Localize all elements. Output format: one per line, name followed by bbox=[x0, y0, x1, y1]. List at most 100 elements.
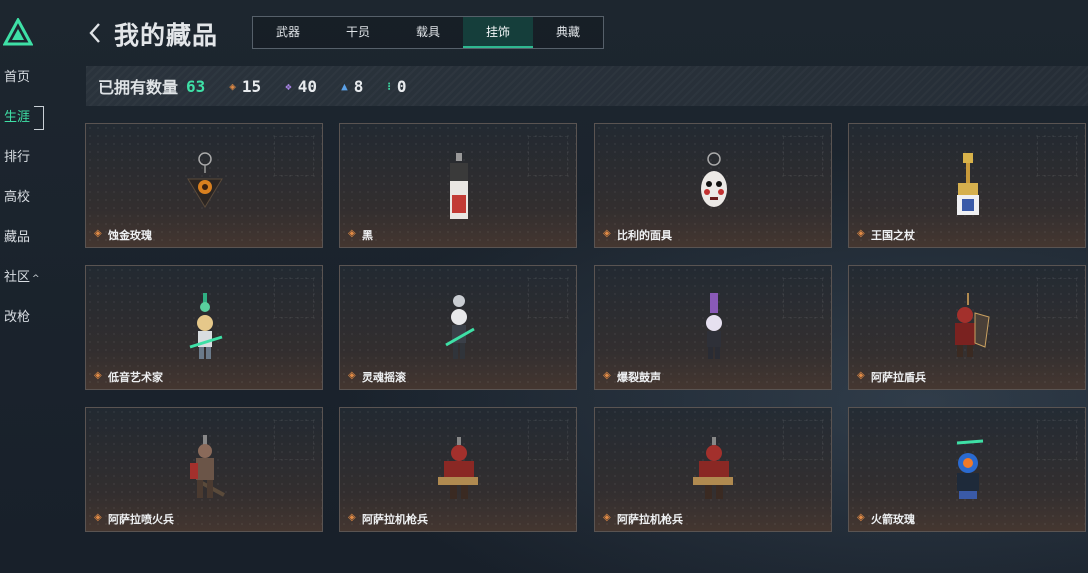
charm-name: 阿萨拉机枪兵 bbox=[617, 513, 683, 526]
tier-purple-value: 40 bbox=[297, 76, 318, 96]
tab-weapons[interactable]: 武器 bbox=[253, 17, 323, 48]
black-banner-charm-icon bbox=[450, 153, 468, 219]
scepter-charm-icon bbox=[957, 153, 979, 215]
charm-card[interactable]: ◈ 比利的面具 bbox=[594, 123, 832, 248]
nav-collection-label: 藏品 bbox=[4, 230, 31, 245]
nav-home-label: 首页 bbox=[4, 70, 31, 85]
tab-vehicles[interactable]: 载具 bbox=[393, 17, 463, 48]
charm-name: 黑 bbox=[362, 229, 373, 242]
gold-rarity-icon: ◈ bbox=[348, 228, 356, 239]
gold-rarity-icon: ◈ bbox=[348, 370, 356, 381]
charm-card[interactable]: ◈ 王国之杖 bbox=[848, 123, 1086, 248]
machinegunner-charm-icon bbox=[693, 437, 733, 499]
tier-gold-count: ◈ 15 bbox=[229, 77, 261, 96]
rose-charm-icon bbox=[187, 152, 223, 208]
collection-stats-bar: 已拥有数量 63 ◈ 15 ❖ 40 ▲ 8 ⁝ 0 bbox=[86, 66, 1088, 106]
category-tabs: 武器 干员 载具 挂饰 典藏 bbox=[252, 16, 604, 49]
nav-ranking[interactable]: 排行 bbox=[4, 148, 30, 168]
sidebar: 首页 生涯 排行 高校 藏品 社区 ^ 改枪 bbox=[0, 0, 60, 573]
gold-rarity-icon: ◈ bbox=[857, 228, 865, 239]
nav-community-label: 社区 bbox=[4, 270, 31, 285]
bassist-charm-icon bbox=[189, 293, 223, 359]
tier-green-count: ⁝ 0 bbox=[387, 77, 406, 96]
app-logo-icon[interactable] bbox=[3, 18, 33, 46]
owned-count-total: 63 bbox=[186, 76, 206, 96]
charm-card[interactable]: ◈ 低音艺术家 bbox=[85, 265, 323, 390]
rocket-rose-charm-icon bbox=[956, 439, 984, 499]
shield-soldier-charm-icon bbox=[955, 293, 990, 357]
gold-rarity-icon: ◈ bbox=[603, 228, 611, 239]
gold-rarity-icon: ◈ bbox=[857, 512, 865, 523]
charm-card[interactable]: ◈ 爆裂鼓声 bbox=[594, 265, 832, 390]
nav-community[interactable]: 社区 ^ bbox=[4, 268, 40, 288]
charm-name: 比利的面具 bbox=[617, 229, 672, 242]
card-decoration bbox=[783, 136, 823, 176]
card-decoration bbox=[274, 420, 314, 460]
charm-card[interactable]: ◈ 阿萨拉机枪兵 bbox=[594, 407, 832, 532]
flamethrower-soldier-charm-icon bbox=[190, 435, 225, 498]
tab-special-collection[interactable]: 典藏 bbox=[533, 17, 603, 48]
nav-school-label: 高校 bbox=[4, 190, 31, 205]
card-decoration bbox=[783, 278, 823, 318]
tier-green-value: 0 bbox=[396, 76, 407, 96]
charm-name: 阿萨拉喷火兵 bbox=[108, 513, 174, 526]
nav-home[interactable]: 首页 bbox=[4, 68, 30, 88]
nav-collection[interactable]: 藏品 bbox=[4, 228, 30, 248]
tab-operators[interactable]: 干员 bbox=[323, 17, 393, 48]
charm-card[interactable]: ◈ 蚀金玫瑰 bbox=[85, 123, 323, 248]
charm-name: 火箭玫瑰 bbox=[871, 513, 915, 526]
gold-rarity-icon: ◈ bbox=[94, 228, 102, 239]
active-indicator bbox=[34, 106, 44, 130]
charm-card[interactable]: ◈ 火箭玫瑰 bbox=[848, 407, 1086, 532]
card-decoration bbox=[1037, 278, 1077, 318]
gold-rarity-icon: ◈ bbox=[603, 512, 611, 523]
gold-rarity-icon: ◈ bbox=[857, 370, 865, 381]
charm-name: 阿萨拉机枪兵 bbox=[362, 513, 428, 526]
card-decoration bbox=[528, 278, 568, 318]
charm-name: 蚀金玫瑰 bbox=[108, 229, 152, 242]
card-decoration bbox=[528, 420, 568, 460]
charm-card[interactable]: ◈ 阿萨拉喷火兵 bbox=[85, 407, 323, 532]
chevron-up-icon: ^ bbox=[32, 274, 40, 284]
charm-name: 灵魂摇滚 bbox=[362, 371, 406, 384]
blue-rarity-icon: ▲ bbox=[341, 79, 348, 93]
charm-name: 王国之杖 bbox=[871, 229, 915, 242]
drummer-charm-icon bbox=[706, 293, 722, 359]
nav-school[interactable]: 高校 bbox=[4, 188, 30, 208]
billy-mask-charm-icon bbox=[701, 152, 727, 207]
green-rarity-icon: ⁝ bbox=[387, 79, 391, 93]
charm-name: 爆裂鼓声 bbox=[617, 371, 661, 384]
gold-rarity-icon: ◈ bbox=[229, 79, 236, 93]
tier-blue-value: 8 bbox=[353, 76, 364, 96]
charm-card[interactable]: ◈ 阿萨拉盾兵 bbox=[848, 265, 1086, 390]
charm-name: 阿萨拉盾兵 bbox=[871, 371, 926, 384]
card-decoration bbox=[1037, 136, 1077, 176]
machinegunner-charm-icon bbox=[438, 437, 478, 499]
tier-purple-count: ❖ 40 bbox=[285, 77, 317, 96]
tab-charms[interactable]: 挂饰 bbox=[463, 17, 533, 48]
nav-gunsmith-label: 改枪 bbox=[4, 310, 31, 325]
charm-card[interactable]: ◈ 黑 bbox=[339, 123, 577, 248]
owned-count-label: 已拥有数量 bbox=[98, 78, 179, 97]
back-arrow-icon[interactable] bbox=[86, 20, 104, 46]
purple-rarity-icon: ❖ bbox=[285, 79, 292, 93]
nav-gunsmith[interactable]: 改枪 bbox=[4, 308, 30, 328]
gold-rarity-icon: ◈ bbox=[348, 512, 356, 523]
charm-card[interactable]: ◈ 阿萨拉机枪兵 bbox=[339, 407, 577, 532]
gold-rarity-icon: ◈ bbox=[94, 512, 102, 523]
card-decoration bbox=[528, 136, 568, 176]
gold-rarity-icon: ◈ bbox=[94, 370, 102, 381]
nav-career-label: 生涯 bbox=[4, 110, 31, 125]
card-decoration bbox=[274, 278, 314, 318]
nav-ranking-label: 排行 bbox=[4, 150, 31, 165]
card-decoration bbox=[1037, 420, 1077, 460]
gold-rarity-icon: ◈ bbox=[603, 370, 611, 381]
card-decoration bbox=[274, 136, 314, 176]
tier-blue-count: ▲ 8 bbox=[341, 77, 363, 96]
charm-name: 低音艺术家 bbox=[108, 371, 163, 384]
charm-card[interactable]: ◈ 灵魂摇滚 bbox=[339, 265, 577, 390]
tier-gold-value: 15 bbox=[241, 76, 262, 96]
nav-career[interactable]: 生涯 bbox=[4, 106, 44, 130]
card-decoration bbox=[783, 420, 823, 460]
page-title: 我的藏品 bbox=[114, 21, 219, 50]
